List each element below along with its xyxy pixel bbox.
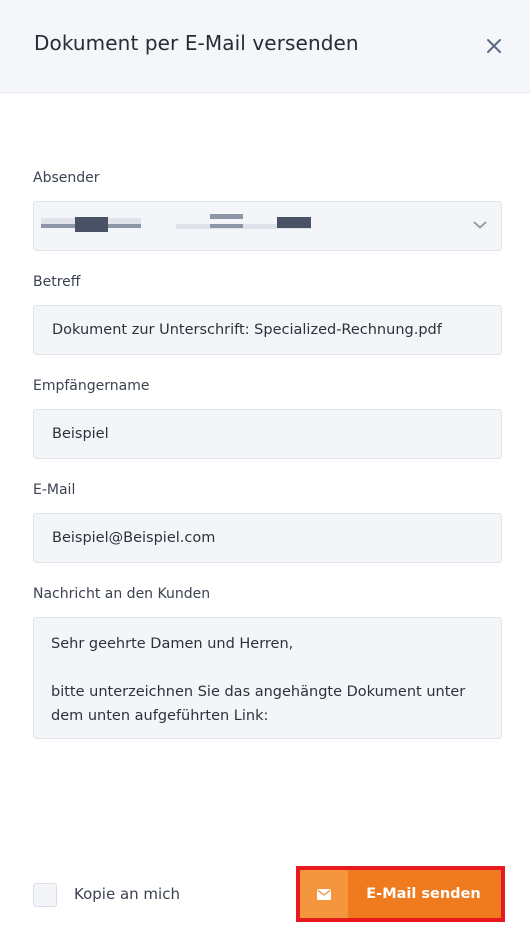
- send-email-label: E-Mail senden: [366, 886, 481, 902]
- close-icon: [487, 39, 501, 53]
- sender-select[interactable]: [33, 201, 502, 251]
- chevron-down-icon: [473, 221, 487, 229]
- message-textarea[interactable]: Sehr geehrte Damen und Herren, bitte unt…: [33, 617, 502, 739]
- copy-to-me-checkbox[interactable]: [33, 883, 57, 907]
- email-label: E-Mail: [33, 482, 76, 498]
- sender-label: Absender: [33, 170, 100, 186]
- send-icon-box: [300, 870, 348, 918]
- send-email-button[interactable]: E-Mail senden: [300, 870, 501, 918]
- email-input[interactable]: Beispiel@Beispiel.com: [33, 513, 502, 563]
- dialog-header: Dokument per E-Mail versenden: [0, 0, 530, 93]
- subject-input[interactable]: Dokument zur Unterschrift: Specialized-R…: [33, 305, 502, 355]
- subject-label: Betreff: [33, 274, 81, 290]
- recipient-name-input[interactable]: Beispiel: [33, 409, 502, 459]
- dialog-title: Dokument per E-Mail versenden: [34, 31, 359, 55]
- message-label: Nachricht an den Kunden: [33, 586, 211, 602]
- close-button[interactable]: [484, 36, 504, 56]
- send-email-dialog: Dokument per E-Mail versenden Absender B…: [0, 0, 530, 949]
- envelope-icon: [317, 888, 331, 900]
- recipient-name-label: Empfängername: [33, 378, 150, 394]
- copy-to-me-label[interactable]: Kopie an mich: [74, 885, 180, 903]
